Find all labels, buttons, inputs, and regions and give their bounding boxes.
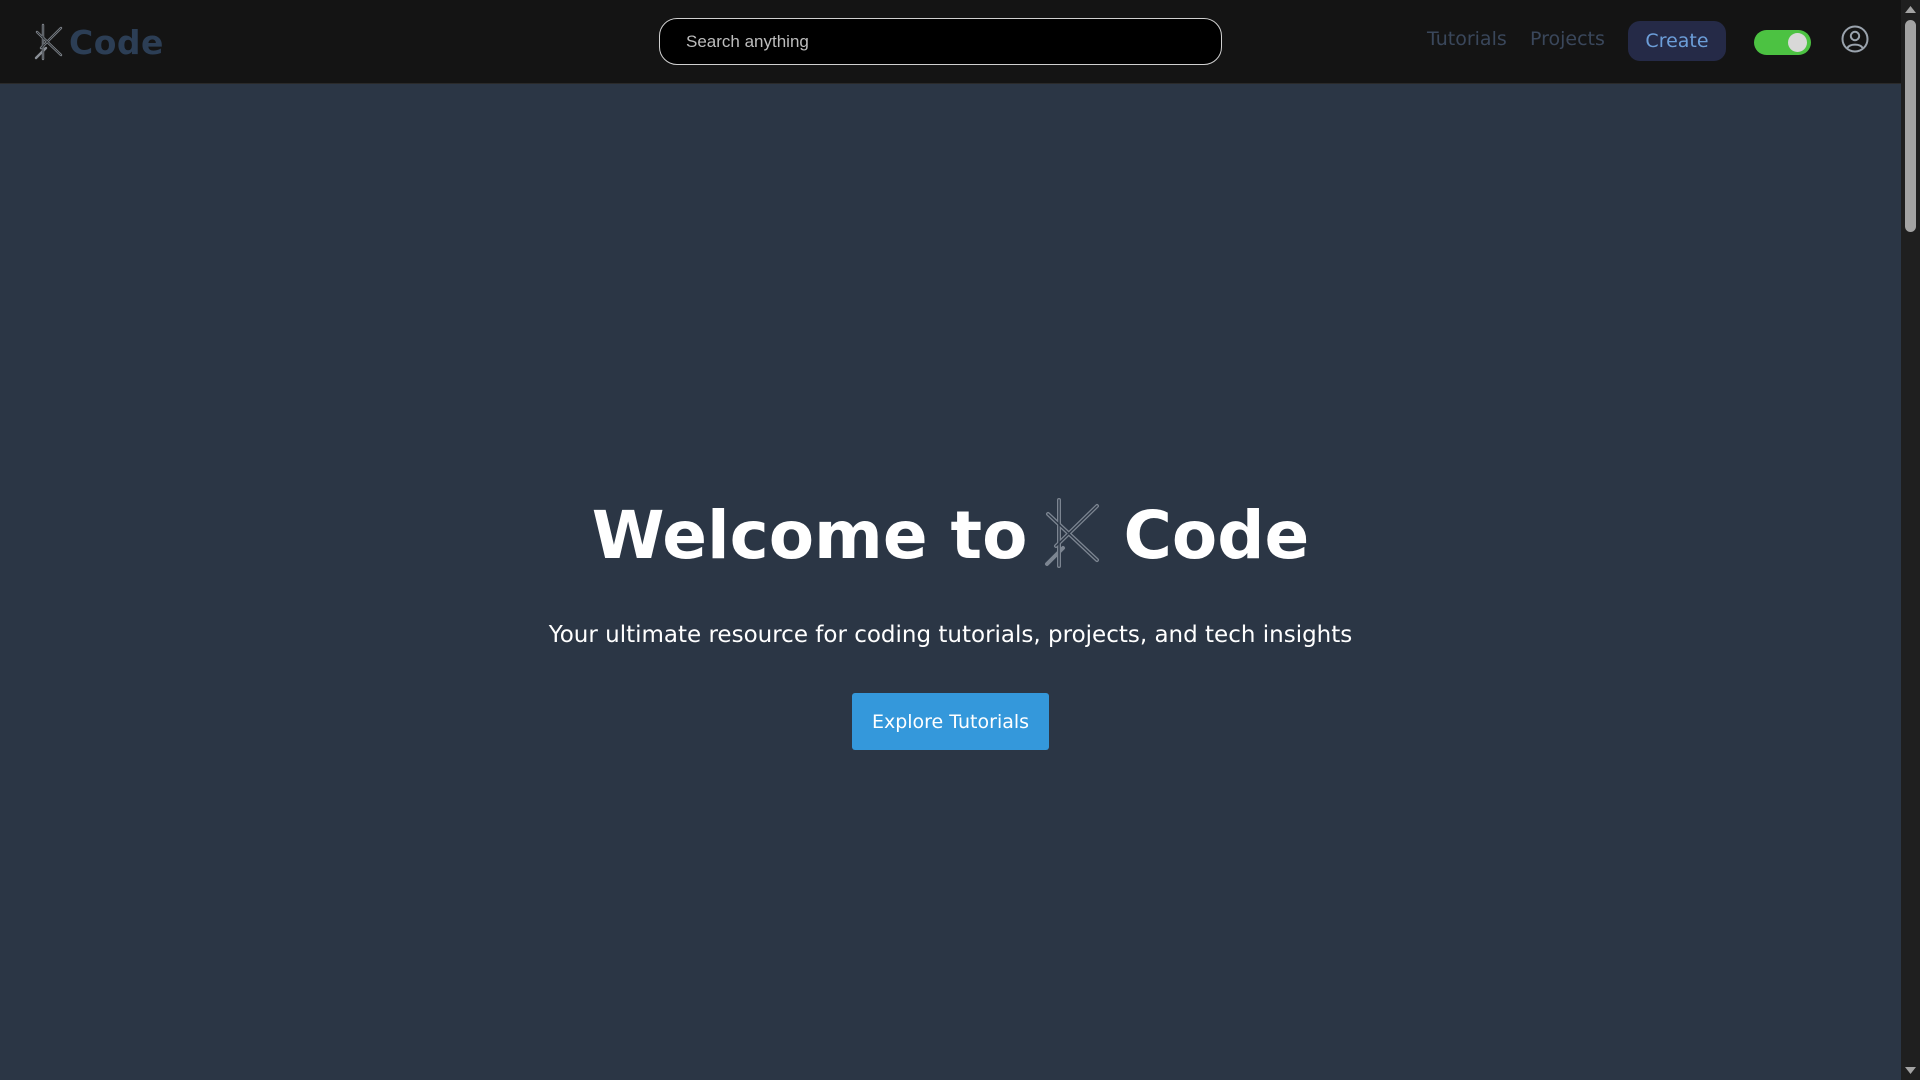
brand-name: Code	[69, 22, 164, 62]
hero-title-suffix: Code	[1123, 497, 1310, 574]
hero-subtitle: Your ultimate resource for coding tutori…	[548, 622, 1353, 648]
logo-icon	[34, 23, 63, 61]
scroll-down-arrow-icon[interactable]	[1901, 1062, 1920, 1078]
top-navbar: Code Tutorials Projects Create	[0, 0, 1901, 84]
user-circle-icon[interactable]	[1840, 24, 1870, 54]
nav-link-tutorials[interactable]: Tutorials	[1427, 28, 1507, 50]
theme-toggle[interactable]	[1754, 30, 1811, 55]
vertical-scrollbar[interactable]	[1901, 0, 1920, 1080]
explore-tutorials-button[interactable]: Explore Tutorials	[852, 693, 1049, 750]
page: Code Tutorials Projects Create Welcome t…	[0, 0, 1901, 1080]
nav-link-projects[interactable]: Projects	[1530, 28, 1605, 50]
brand-logo[interactable]: Code	[33, 18, 164, 66]
logo-icon	[1045, 498, 1100, 568]
scrollbar-thumb[interactable]	[1905, 20, 1916, 232]
hero-section: Welcome to Code Your ultimate resource f…	[0, 84, 1901, 1080]
create-button[interactable]: Create	[1628, 21, 1726, 61]
search-input[interactable]	[659, 18, 1222, 65]
toggle-knob	[1788, 33, 1807, 52]
hero-title-prefix: Welcome to	[591, 497, 1028, 574]
scroll-up-arrow-icon[interactable]	[1901, 2, 1920, 18]
hero-title: Welcome to Code	[0, 496, 1901, 576]
